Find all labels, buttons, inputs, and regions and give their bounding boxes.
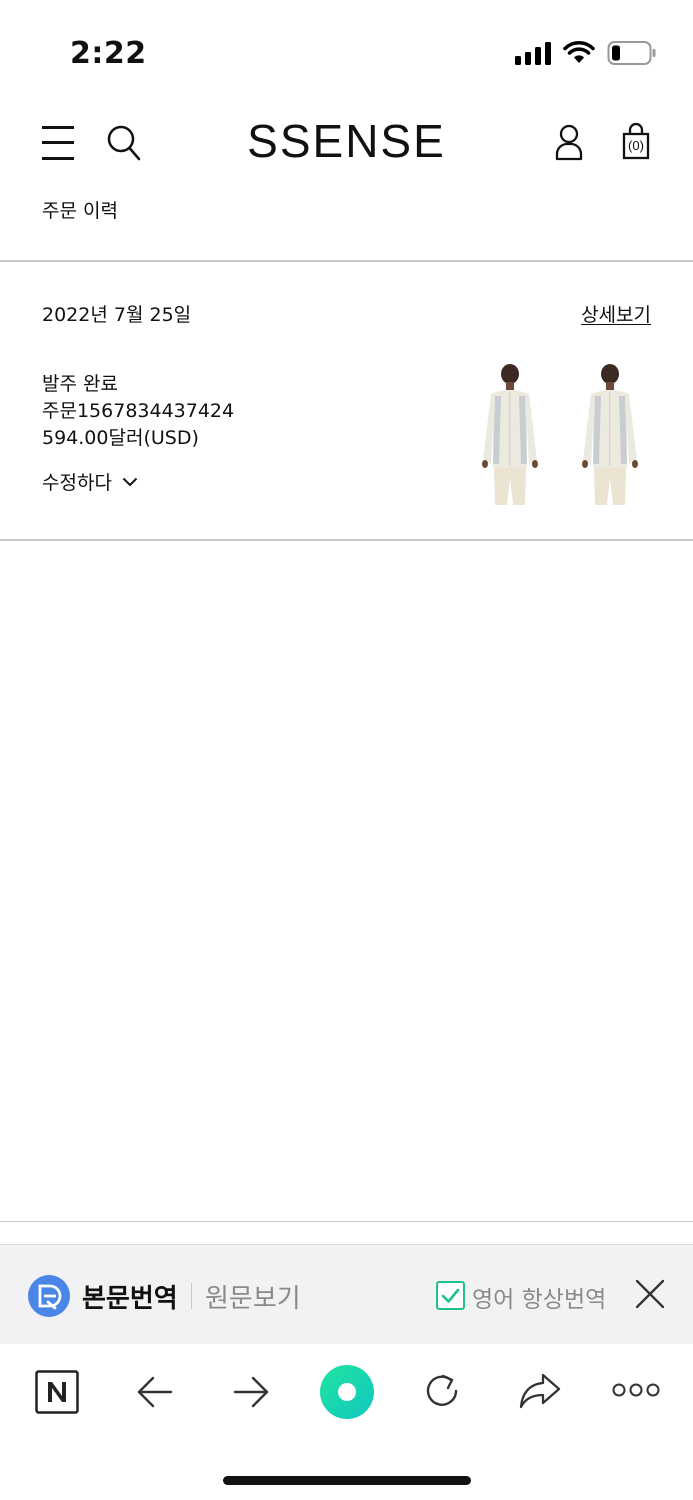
forward-arrow-icon[interactable]: [232, 1374, 270, 1414]
order-total: 594.00달러(USD): [42, 427, 199, 449]
site-header: SSENSE (0): [0, 110, 693, 180]
divider: [0, 260, 693, 262]
always-translate-label: 영어 항상번역: [472, 1287, 607, 1313]
product-image[interactable]: [577, 360, 643, 505]
page-title: 주문 이력: [42, 200, 118, 222]
order-status: 발주 완료: [42, 373, 118, 395]
modify-dropdown[interactable]: 수정하다: [42, 468, 138, 495]
status-icons: [515, 40, 657, 66]
chevron-down-icon: [122, 477, 138, 486]
order-number: 주문1567834437424: [42, 400, 235, 422]
site-logo[interactable]: SSENSE: [0, 114, 693, 168]
translate-bar: 본문번역 원문보기 영어 항상번역: [0, 1244, 693, 1344]
battery-icon: [607, 40, 657, 66]
modify-label: 수정하다: [42, 472, 112, 494]
order-details-link[interactable]: 상세보기: [581, 300, 651, 327]
back-arrow-icon[interactable]: [136, 1374, 174, 1414]
more-icon[interactable]: [612, 1382, 660, 1402]
home-indicator[interactable]: [223, 1476, 471, 1485]
view-original-button[interactable]: 원문보기: [205, 1278, 301, 1315]
bag-icon[interactable]: (0): [622, 122, 650, 160]
share-icon[interactable]: [518, 1372, 562, 1414]
wifi-icon: [563, 41, 595, 65]
order-date: 2022년 7월 25일: [42, 304, 192, 326]
translate-logo-icon: [28, 1275, 70, 1317]
translate-button[interactable]: 본문번역: [82, 1278, 178, 1315]
checkbox-icon[interactable]: [436, 1281, 465, 1310]
divider: [0, 539, 693, 541]
separator: [191, 1283, 192, 1309]
divider: [0, 1221, 693, 1222]
product-image[interactable]: [477, 360, 543, 505]
refresh-icon[interactable]: [423, 1371, 463, 1415]
naver-icon[interactable]: [35, 1370, 79, 1418]
bag-count: (0): [628, 138, 644, 153]
status-time: 2:22: [70, 36, 147, 71]
browser-toolbar: [0, 1344, 693, 1440]
green-dot-icon[interactable]: [319, 1364, 375, 1424]
signal-icon: [515, 41, 551, 65]
close-icon[interactable]: [634, 1278, 666, 1314]
account-icon[interactable]: [554, 124, 584, 166]
